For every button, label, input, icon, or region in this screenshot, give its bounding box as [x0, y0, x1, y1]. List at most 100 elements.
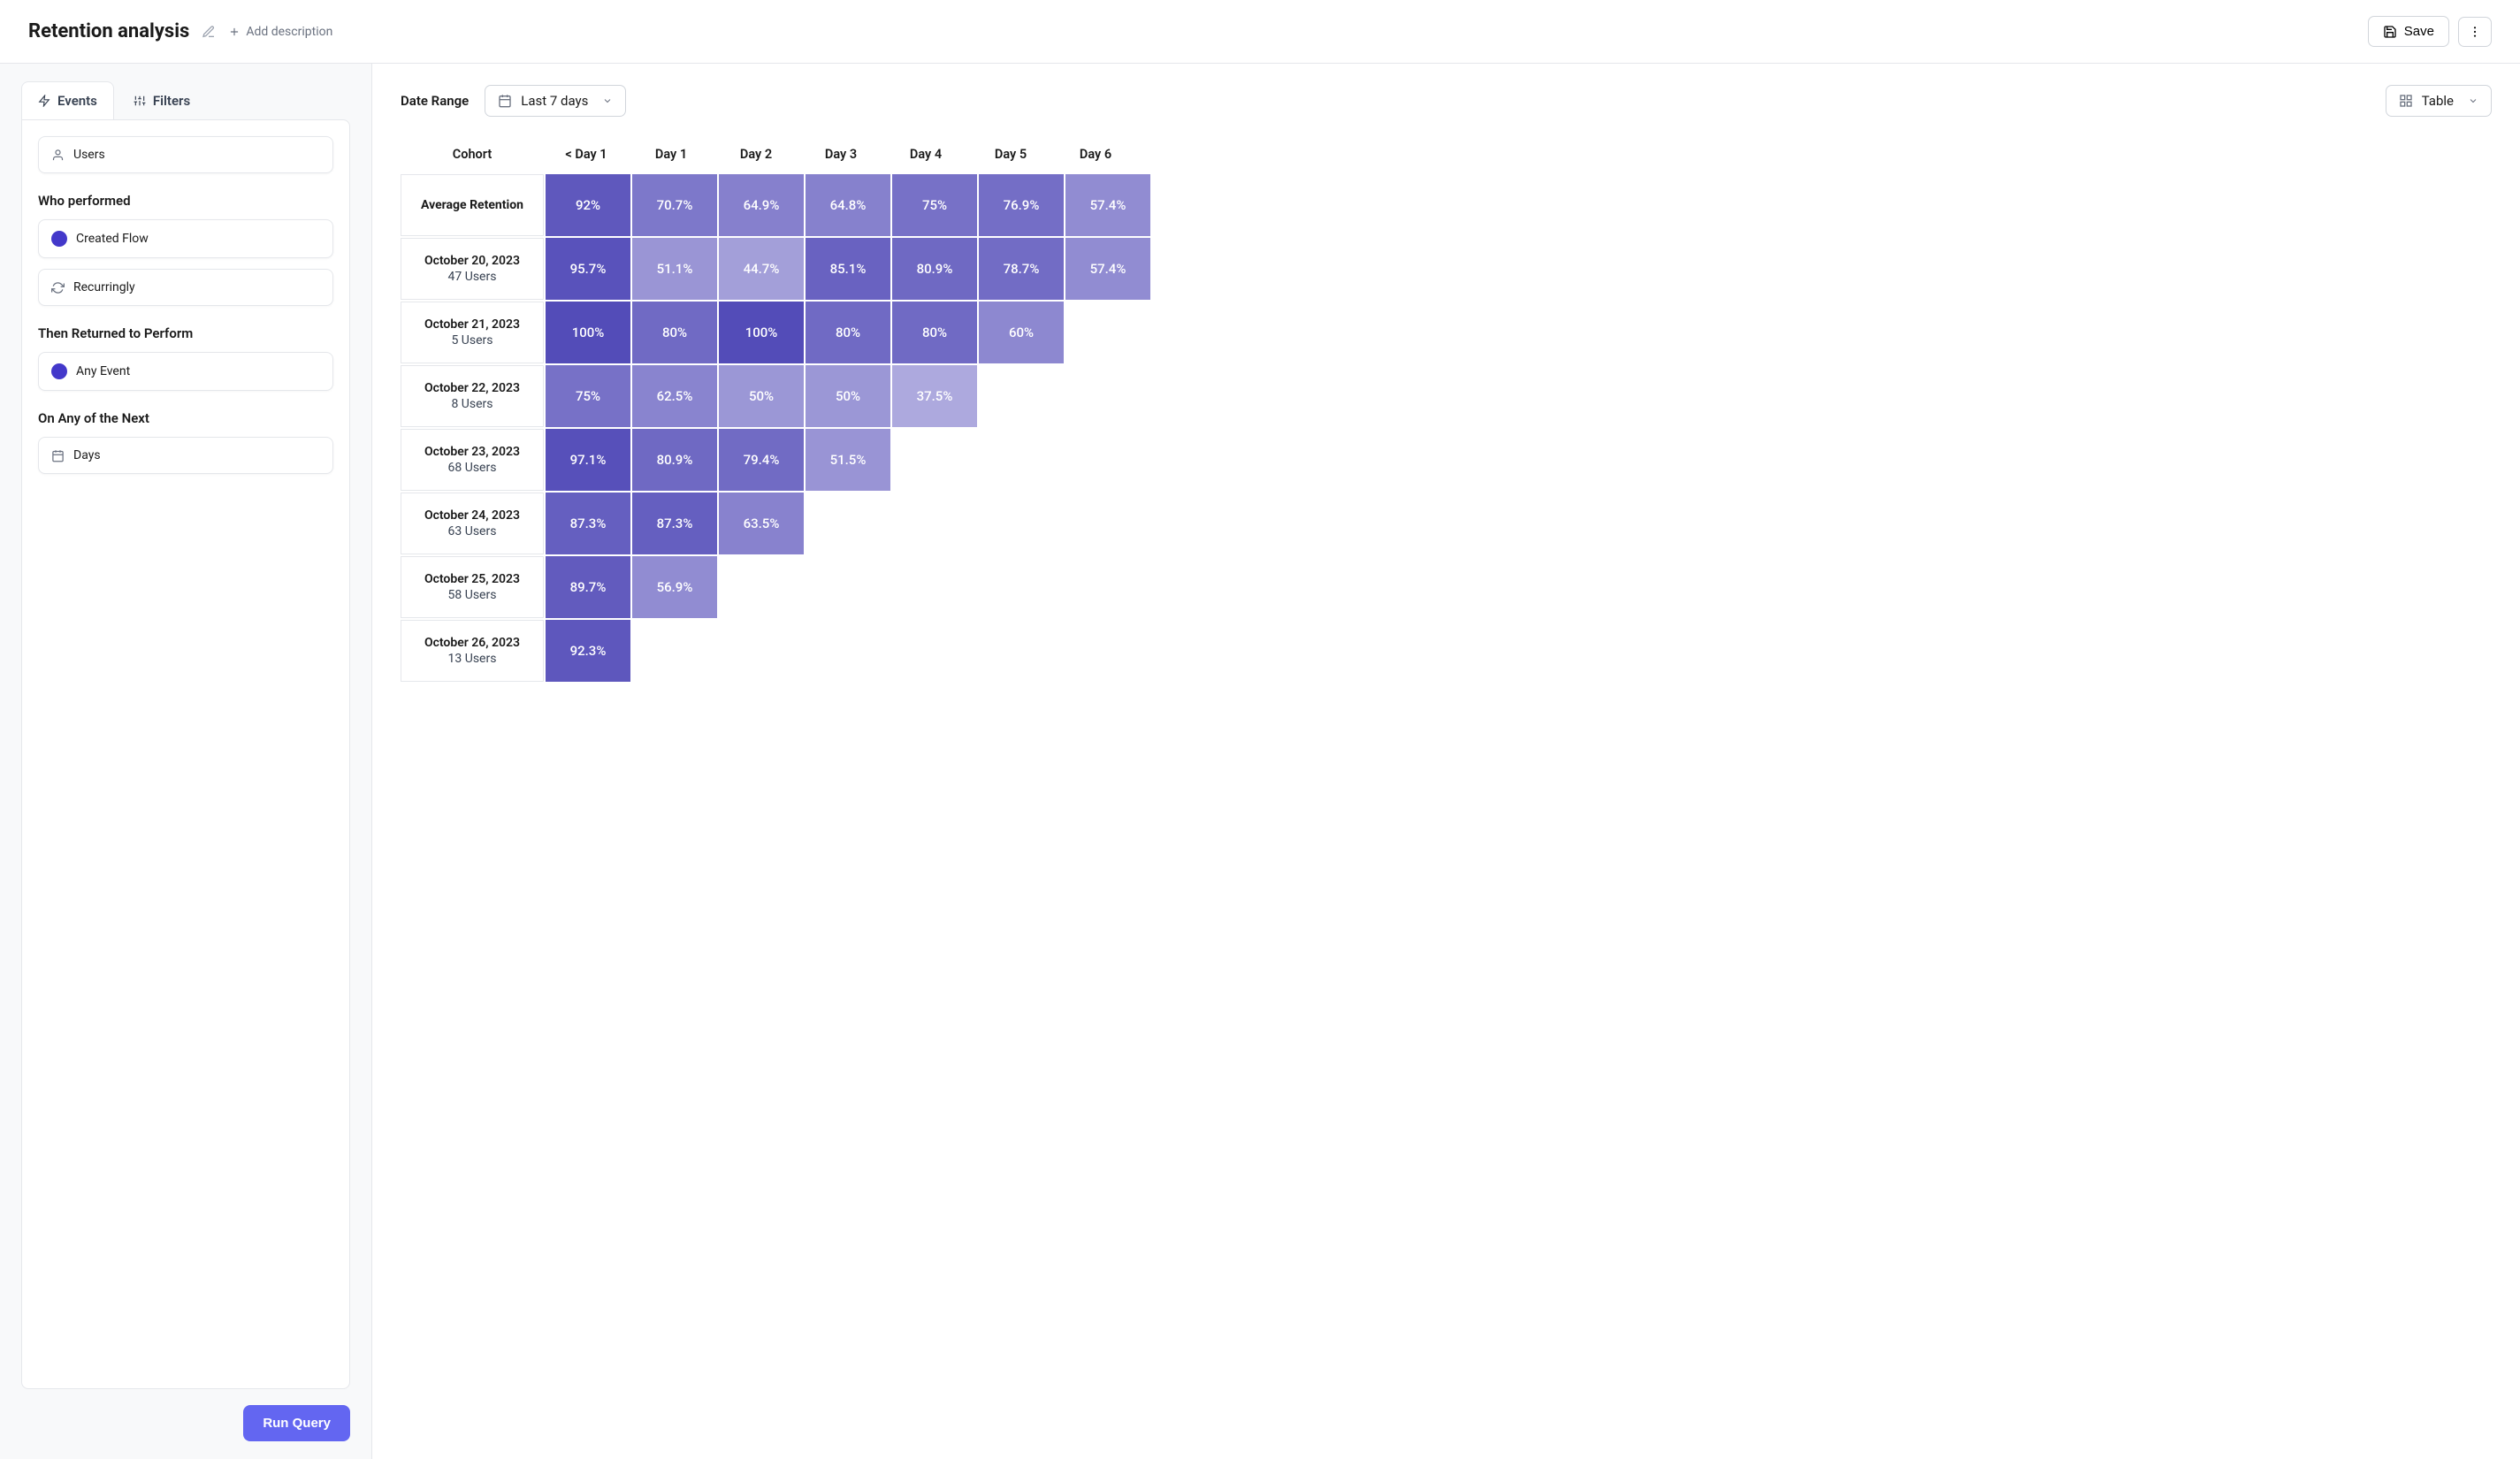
retention-cell: 60%	[979, 302, 1064, 363]
edit-title-icon[interactable]	[202, 25, 216, 39]
column-header: Day 1	[629, 134, 714, 174]
cohort-cell: October 22, 20238 Users	[401, 365, 544, 427]
retention-cell: 100%	[546, 302, 630, 363]
retention-cell: 78.7%	[979, 238, 1064, 300]
retention-cell: 80%	[632, 302, 717, 363]
cohort-cell: October 24, 202363 Users	[401, 493, 544, 554]
date-range-select[interactable]: Last 7 days	[485, 85, 626, 117]
retention-cell: 87.3%	[546, 493, 630, 554]
tab-filters[interactable]: Filters	[118, 81, 206, 119]
retention-cell: 80.9%	[892, 238, 977, 300]
chevron-down-icon	[602, 95, 613, 106]
retention-cell: 85.1%	[806, 238, 890, 300]
tab-events[interactable]: Events	[21, 81, 114, 119]
plus-icon	[228, 26, 241, 38]
period-selector[interactable]: Days	[38, 437, 333, 474]
retention-cell: 75%	[892, 174, 977, 236]
column-header: Day 6	[1053, 134, 1138, 174]
more-menu-button[interactable]	[2458, 17, 2492, 47]
page-title: Retention analysis	[28, 20, 189, 42]
retention-cell: 57.4%	[1065, 174, 1150, 236]
users-selector[interactable]: Users	[38, 136, 333, 173]
column-header: Day 3	[798, 134, 883, 174]
run-query-button[interactable]: Run Query	[243, 1405, 350, 1441]
view-select[interactable]: Table	[2386, 85, 2492, 117]
calendar-icon	[51, 449, 65, 462]
retention-cell: 62.5%	[632, 365, 717, 427]
retention-table: Cohort< Day 1Day 1Day 2Day 3Day 4Day 5Da…	[401, 134, 1150, 682]
cohort-cell: October 20, 202347 Users	[401, 238, 544, 300]
results-content: Date Range Last 7 days	[371, 64, 2520, 1459]
column-header: Day 4	[883, 134, 968, 174]
event-dot-icon	[51, 363, 67, 379]
users-label: Users	[73, 148, 105, 162]
view-value: Table	[2422, 93, 2454, 109]
retention-cell: 95.7%	[546, 238, 630, 300]
event-dot-icon	[51, 231, 67, 247]
cohort-cell: October 23, 202368 Users	[401, 429, 544, 491]
retention-cell: 37.5%	[892, 365, 977, 427]
query-sidebar: Events Filters Users Who performed	[0, 64, 371, 1459]
more-vertical-icon	[2468, 25, 2482, 39]
retention-cell: 64.8%	[806, 174, 890, 236]
chevron-down-icon	[2468, 95, 2478, 106]
days-label: Days	[73, 448, 101, 462]
retention-cell: 100%	[719, 302, 804, 363]
date-range-value: Last 7 days	[521, 93, 588, 109]
sliders-icon	[134, 95, 146, 107]
refresh-icon	[51, 281, 65, 294]
add-description-label: Add description	[246, 25, 332, 39]
retention-cell: 97.1%	[546, 429, 630, 491]
return-event-selector[interactable]: Any Event	[38, 352, 333, 391]
page-header: Retention analysis Add description Save	[0, 0, 2520, 64]
tab-filters-label: Filters	[153, 93, 190, 109]
table-row: October 26, 202313 Users92.3%	[401, 620, 1150, 682]
table-row: October 23, 202368 Users97.1%80.9%79.4%5…	[401, 429, 1150, 491]
table-row: October 25, 202358 Users89.7%56.9%	[401, 556, 1150, 618]
who-performed-label: Who performed	[38, 193, 333, 209]
column-header: Day 5	[968, 134, 1053, 174]
retention-cell: 80%	[892, 302, 977, 363]
retention-cell: 89.7%	[546, 556, 630, 618]
then-returned-label: Then Returned to Perform	[38, 325, 333, 341]
retention-cell: 87.3%	[632, 493, 717, 554]
retention-cell: 50%	[806, 365, 890, 427]
retention-cell: 50%	[719, 365, 804, 427]
cohort-cell: Average Retention	[401, 174, 544, 236]
retention-cell: 56.9%	[632, 556, 717, 618]
retention-cell: 51.1%	[632, 238, 717, 300]
table-row: Average Retention92%70.7%64.9%64.8%75%76…	[401, 174, 1150, 236]
table-row: October 20, 202347 Users95.7%51.1%44.7%8…	[401, 238, 1150, 300]
bolt-icon	[38, 95, 50, 107]
column-header: < Day 1	[544, 134, 629, 174]
table-row: October 22, 20238 Users75%62.5%50%50%37.…	[401, 365, 1150, 427]
retention-cell: 75%	[546, 365, 630, 427]
save-label: Save	[2404, 24, 2434, 39]
retention-cell: 44.7%	[719, 238, 804, 300]
retention-cell: 92.3%	[546, 620, 630, 682]
retention-cell: 76.9%	[979, 174, 1064, 236]
any-event-label: Any Event	[76, 364, 130, 378]
retention-cell: 51.5%	[806, 429, 890, 491]
retention-cell: 64.9%	[719, 174, 804, 236]
event-selector-created-flow[interactable]: Created Flow	[38, 219, 333, 258]
recurrence-selector[interactable]: Recurringly	[38, 269, 333, 306]
created-flow-label: Created Flow	[76, 232, 149, 246]
save-button[interactable]: Save	[2368, 16, 2449, 47]
retention-cell: 70.7%	[632, 174, 717, 236]
column-header: Cohort	[401, 134, 544, 174]
on-any-next-label: On Any of the Next	[38, 410, 333, 426]
date-range-label: Date Range	[401, 93, 469, 109]
tab-events-label: Events	[57, 93, 97, 109]
add-description-button[interactable]: Add description	[228, 25, 332, 39]
retention-cell: 79.4%	[719, 429, 804, 491]
retention-cell: 80%	[806, 302, 890, 363]
retention-cell: 92%	[546, 174, 630, 236]
retention-cell: 80.9%	[632, 429, 717, 491]
column-header: Day 2	[714, 134, 798, 174]
cohort-cell: October 25, 202358 Users	[401, 556, 544, 618]
retention-cell: 57.4%	[1065, 238, 1150, 300]
cohort-cell: October 26, 202313 Users	[401, 620, 544, 682]
cohort-cell: October 21, 20235 Users	[401, 302, 544, 363]
recurringly-label: Recurringly	[73, 280, 135, 294]
